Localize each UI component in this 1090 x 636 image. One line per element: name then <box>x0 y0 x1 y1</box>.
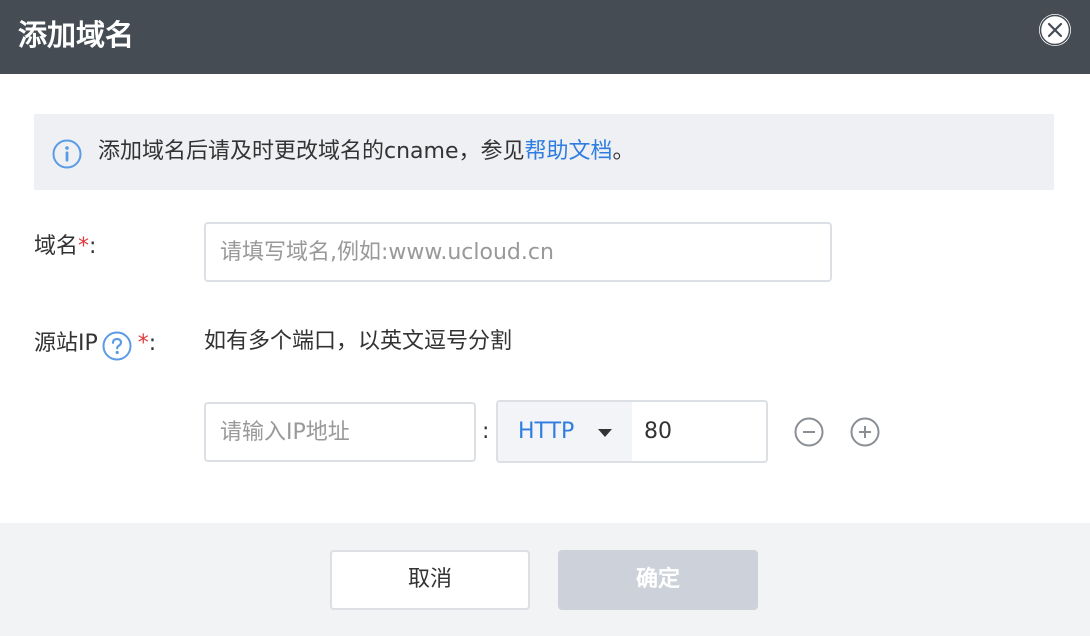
protocol-value: HTTP <box>518 419 575 444</box>
help-docs-link[interactable]: 帮助文档 <box>525 139 613 164</box>
minus-circle-icon[interactable] <box>794 417 824 447</box>
domain-input[interactable] <box>204 222 832 282</box>
notice-message: 添加域名后请及时更改域名的cname，参见 <box>98 139 525 164</box>
origin-ip-label-colon: : <box>148 331 157 356</box>
caret-down-icon <box>598 429 612 437</box>
domain-label-text: 域名 <box>34 234 79 259</box>
domain-required-mark: * <box>78 234 90 259</box>
port-input[interactable] <box>632 402 766 461</box>
cancel-button[interactable]: 取消 <box>330 550 530 610</box>
notice-text: 添加域名后请及时更改域名的cname，参见帮助文档。 <box>98 137 635 167</box>
plus-circle-icon[interactable] <box>850 417 880 447</box>
notice-suffix: 。 <box>612 139 635 164</box>
origin-ip-required-mark: * <box>137 331 149 356</box>
protocol-select[interactable]: HTTP <box>498 402 632 461</box>
question-icon[interactable] <box>102 331 132 361</box>
dialog-header: 添加域名 <box>0 0 1090 74</box>
close-icon <box>1039 14 1071 46</box>
origin-ip-label: 源站IP *: <box>34 329 157 361</box>
notice-banner: 添加域名后请及时更改域名的cname，参见帮助文档。 <box>34 114 1054 190</box>
confirm-button[interactable]: 确定 <box>558 550 758 610</box>
port-group: HTTP <box>496 400 768 463</box>
info-icon <box>52 139 82 169</box>
domain-label-colon: : <box>89 234 97 259</box>
close-button[interactable] <box>1039 14 1071 46</box>
origin-ip-label-text: 源站IP <box>34 331 98 356</box>
origin-ip-hint: 如有多个端口，以英文逗号分割 <box>204 329 513 354</box>
domain-label: 域名*: <box>34 232 96 262</box>
ip-address-input[interactable] <box>204 402 476 462</box>
dialog-footer: 取消 确定 <box>0 523 1090 636</box>
ip-port-separator: : <box>482 419 490 444</box>
dialog-title: 添加域名 <box>18 18 135 52</box>
